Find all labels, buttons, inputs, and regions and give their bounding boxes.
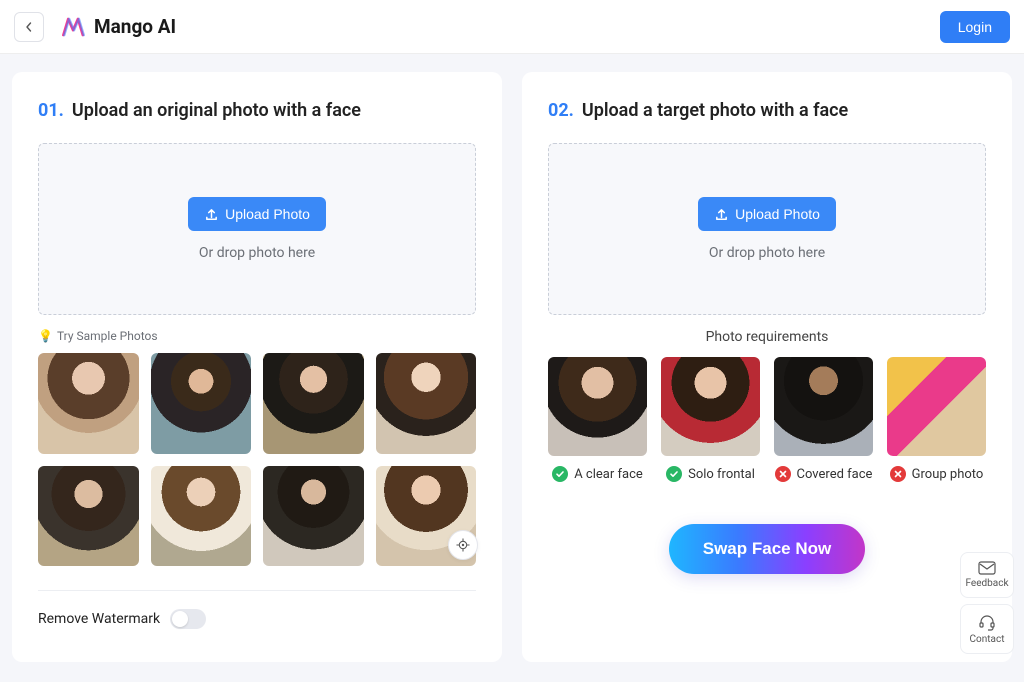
sample-photo-5[interactable] (38, 466, 139, 567)
app-header: Mango AI Login (0, 0, 1024, 54)
requirement-thumb-2 (661, 357, 760, 456)
swap-face-button[interactable]: Swap Face Now (669, 524, 865, 574)
remove-watermark-label: Remove Watermark (38, 611, 160, 627)
main-content: 01. Upload an original photo with a face… (0, 54, 1024, 662)
requirement-thumb-3 (774, 357, 873, 456)
sample-photo-1[interactable] (38, 353, 139, 454)
back-button[interactable] (14, 12, 44, 42)
sample-photo-2[interactable] (151, 353, 252, 454)
upload-target-button[interactable]: Upload Photo (698, 197, 836, 231)
step-1-text: Upload an original photo with a face (72, 100, 361, 121)
crosshair-icon (456, 538, 470, 552)
requirement-clear-face: A clear face (548, 357, 647, 482)
sample-photo-4[interactable] (376, 353, 477, 454)
upload-icon (204, 207, 219, 222)
sample-grid (38, 353, 476, 566)
step-2-title: 02. Upload a target photo with a face (548, 100, 986, 121)
sample-photo-6[interactable] (151, 466, 252, 567)
requirement-label-3: Covered face (797, 467, 873, 482)
floating-actions: Feedback Contact (960, 552, 1014, 654)
original-photo-panel: 01. Upload an original photo with a face… (12, 72, 502, 662)
target-photo-panel: 02. Upload a target photo with a face Up… (522, 72, 1012, 662)
feedback-label: Feedback (965, 578, 1008, 589)
target-dropzone[interactable]: Upload Photo Or drop photo here (548, 143, 986, 315)
requirement-thumb-1 (548, 357, 647, 456)
requirements-title: Photo requirements (548, 329, 986, 345)
sample-photo-3[interactable] (263, 353, 364, 454)
cross-icon (890, 466, 906, 482)
locate-button[interactable] (448, 530, 478, 560)
requirements-grid: A clear face Solo frontal Covered face (548, 357, 986, 482)
logo-mark-icon (60, 14, 86, 40)
original-drop-hint: Or drop photo here (199, 245, 315, 261)
remove-watermark-row: Remove Watermark (38, 609, 476, 629)
divider (38, 590, 476, 591)
try-samples-label: 💡 Try Sample Photos (38, 329, 476, 343)
upload-original-label: Upload Photo (225, 206, 310, 222)
requirement-covered-face: Covered face (774, 357, 873, 482)
headset-icon (978, 613, 996, 631)
original-dropzone[interactable]: Upload Photo Or drop photo here (38, 143, 476, 315)
requirement-solo-frontal: Solo frontal (661, 357, 760, 482)
chevron-left-icon (24, 22, 34, 32)
login-button[interactable]: Login (940, 11, 1010, 43)
check-icon (552, 466, 568, 482)
upload-icon (714, 207, 729, 222)
cross-icon (775, 466, 791, 482)
feedback-button[interactable]: Feedback (960, 552, 1014, 598)
target-drop-hint: Or drop photo here (709, 245, 825, 261)
step-1-title: 01. Upload an original photo with a face (38, 100, 476, 121)
remove-watermark-toggle[interactable] (170, 609, 206, 629)
upload-original-button[interactable]: Upload Photo (188, 197, 326, 231)
brand-name: Mango AI (94, 15, 176, 38)
requirement-label-2: Solo frontal (688, 467, 755, 482)
step-2-text: Upload a target photo with a face (582, 100, 848, 121)
contact-label: Contact (970, 634, 1005, 645)
envelope-icon (978, 561, 996, 575)
sample-photo-7[interactable] (263, 466, 364, 567)
requirement-label-1: A clear face (574, 467, 643, 482)
requirement-group-photo: Group photo (887, 357, 986, 482)
check-icon (666, 466, 682, 482)
requirement-label-4: Group photo (912, 467, 984, 482)
step-1-number: 01. (38, 100, 64, 121)
lightbulb-icon: 💡 (38, 329, 53, 343)
brand-logo[interactable]: Mango AI (60, 14, 176, 40)
step-2-number: 02. (548, 100, 574, 121)
contact-button[interactable]: Contact (960, 604, 1014, 654)
upload-target-label: Upload Photo (735, 206, 820, 222)
requirement-thumb-4 (887, 357, 986, 456)
